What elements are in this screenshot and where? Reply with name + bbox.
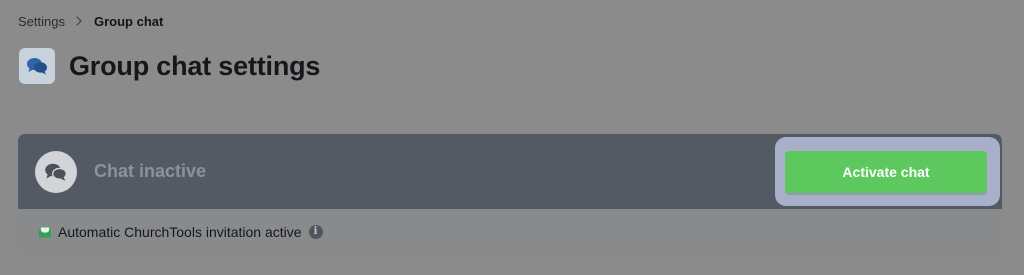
invitation-status-row: Automatic ChurchTools invitation active … [18,209,1002,254]
breadcrumb: Settings Group chat [18,12,163,30]
breadcrumb-current: Group chat [93,13,164,29]
page-header: Group chat settings [19,47,320,85]
chevron-right-icon [74,15,84,27]
envelope-icon [37,224,53,240]
chat-bubbles-icon [19,48,55,84]
chat-status-label: Chat inactive [94,161,207,181]
chat-status-header: Chat inactive Activate chat [18,134,1002,209]
breadcrumb-settings-link[interactable]: Settings [18,14,65,29]
activate-chat-button[interactable]: Activate chat [785,151,987,193]
group-chat-card: Chat inactive Activate chat Automatic Ch… [18,134,1002,254]
page-title: Group chat settings [69,50,321,81]
activate-button-highlight: Activate chat [775,137,1000,206]
invitation-status-text: Automatic ChurchTools invitation active [58,223,302,240]
chat-bubbles-icon [35,151,77,193]
info-icon[interactable]: i [308,224,323,239]
